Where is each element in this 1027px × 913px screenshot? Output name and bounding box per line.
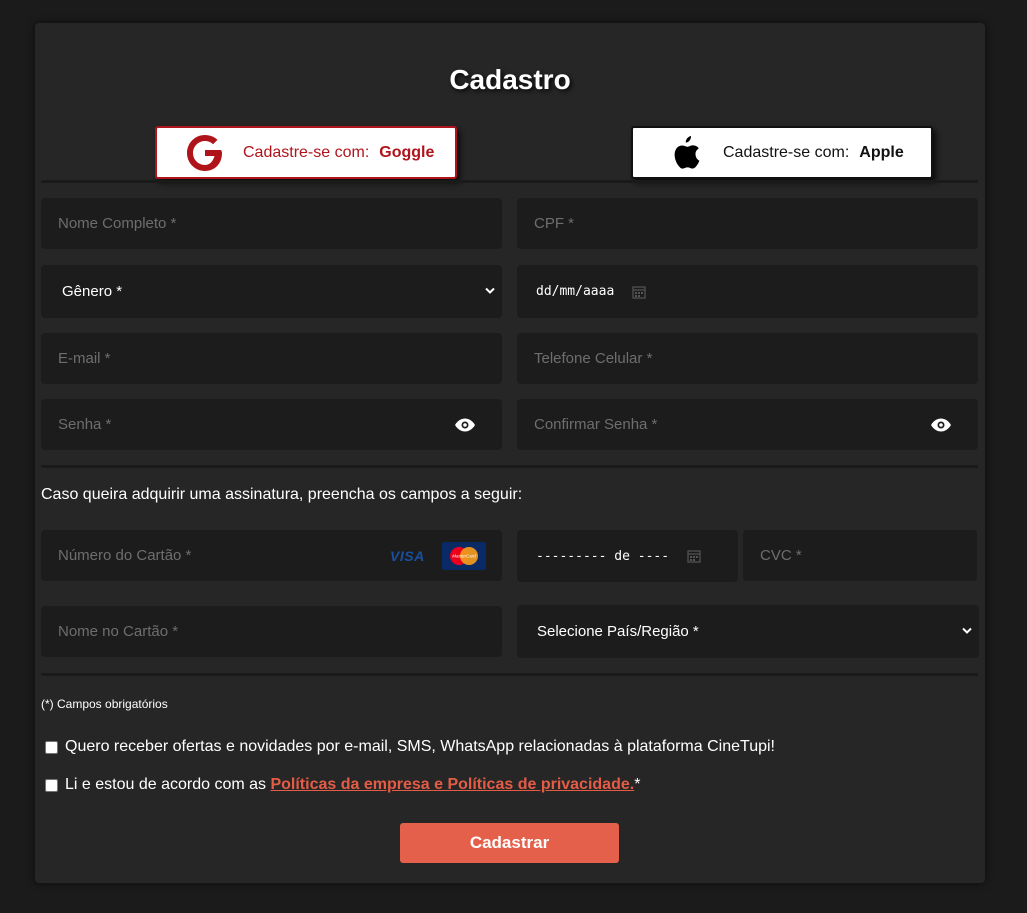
gender-select[interactable]: Gênero * xyxy=(41,265,502,318)
card-number-input[interactable]: Número do Cartão * VISA MasterCard xyxy=(41,530,502,581)
cpf-input[interactable]: CPF * xyxy=(517,198,978,249)
subscription-intro: Caso queira adquirir uma assinatura, pre… xyxy=(41,486,523,503)
google-signup-button[interactable]: Cadastre-se com: Goggle xyxy=(155,126,457,179)
full-name-placeholder: Nome Completo * xyxy=(58,215,177,232)
apple-signup-prefix: Cadastre-se com: xyxy=(723,143,850,161)
phone-input[interactable]: Telefone Celular * xyxy=(517,333,978,384)
chevron-down-icon xyxy=(484,283,496,300)
offers-checkbox-label: Quero receber ofertas e novidades por e-… xyxy=(65,738,775,755)
full-name-input[interactable]: Nome Completo * xyxy=(41,198,502,249)
confirm-password-input[interactable]: Confirmar Senha * xyxy=(517,399,978,450)
card-name-input[interactable]: Nome no Cartão * xyxy=(41,606,502,657)
google-signup-brand: Goggle xyxy=(379,143,435,161)
apple-signup-brand: Apple xyxy=(859,143,904,161)
mastercard-logo-icon: MasterCard xyxy=(442,542,486,570)
google-signup-prefix: Cadastre-se com: xyxy=(243,143,370,161)
submit-button[interactable]: Cadastrar xyxy=(400,823,619,863)
terms-required-mark: * xyxy=(634,776,641,793)
birth-date-placeholder: dd/mm/aaaa xyxy=(536,284,615,299)
offers-checkbox-row: Quero receber ofertas e novidades por e-… xyxy=(45,738,775,756)
password-placeholder: Senha * xyxy=(58,416,112,433)
chevron-down-icon xyxy=(961,623,973,640)
country-selected-value: Selecione País/Região * xyxy=(537,623,699,640)
phone-placeholder: Telefone Celular * xyxy=(534,350,653,367)
password-input[interactable]: Senha * xyxy=(41,399,502,450)
country-select[interactable]: Selecione País/Região * xyxy=(517,605,979,658)
required-fields-note: (*) Campos obrigatórios xyxy=(41,697,168,711)
birth-date-input[interactable]: dd/mm/aaaa xyxy=(517,265,978,318)
section-divider xyxy=(41,673,978,676)
mastercard-label: MasterCard xyxy=(452,554,476,559)
gender-selected-value: Gênero * xyxy=(62,283,123,300)
section-divider xyxy=(41,180,978,183)
card-name-placeholder: Nome no Cartão * xyxy=(58,623,179,640)
card-expiry-input[interactable]: --------- de ---- xyxy=(517,530,738,582)
apple-logo-icon xyxy=(667,131,703,175)
terms-checkbox-row: Li e estou de acordo com as Políticas da… xyxy=(45,776,640,794)
calendar-icon[interactable] xyxy=(632,285,646,299)
terms-checkbox-label: Li e estou de acordo com as xyxy=(65,776,267,793)
card-number-placeholder: Número do Cartão * xyxy=(58,547,192,564)
visa-logo-icon: VISA xyxy=(390,548,425,564)
cvc-placeholder: CVC * xyxy=(760,547,802,564)
email-placeholder: E-mail * xyxy=(58,350,111,367)
privacy-policy-link[interactable]: Políticas da empresa e Políticas de priv… xyxy=(270,776,634,794)
eye-icon[interactable] xyxy=(454,418,476,432)
confirm-password-placeholder: Confirmar Senha * xyxy=(534,416,658,433)
page-title: Cadastro xyxy=(449,64,571,95)
card-expiry-placeholder: --------- de ---- xyxy=(536,548,670,564)
apple-signup-button[interactable]: Cadastre-se com: Apple xyxy=(631,126,933,179)
terms-checkbox[interactable] xyxy=(45,778,58,792)
eye-icon[interactable] xyxy=(930,418,952,432)
cpf-placeholder: CPF * xyxy=(534,215,575,232)
email-input[interactable]: E-mail * xyxy=(41,333,502,384)
cvc-input[interactable]: CVC * xyxy=(743,530,977,581)
google-logo-icon xyxy=(183,131,227,175)
section-divider xyxy=(41,465,978,468)
offers-checkbox[interactable] xyxy=(45,740,58,754)
calendar-icon[interactable] xyxy=(687,549,701,563)
